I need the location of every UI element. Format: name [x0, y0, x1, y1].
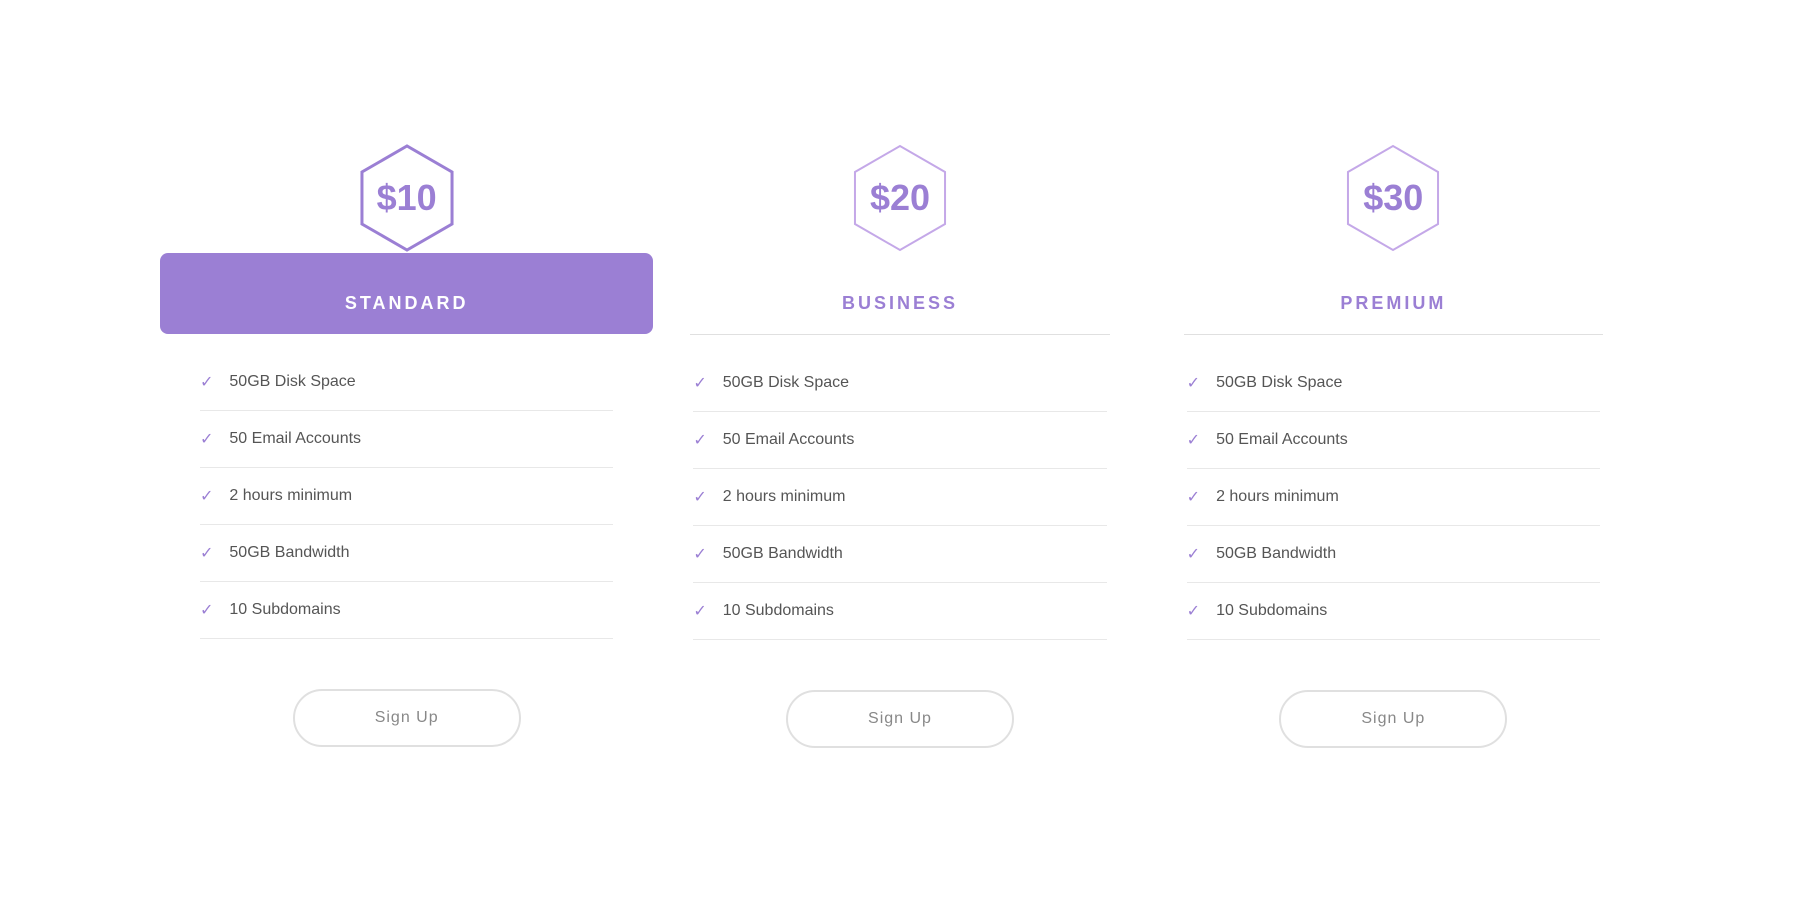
feature-text: 50 Email Accounts [723, 431, 855, 449]
features-list-standard: ✓ 50GB Disk Space ✓ 50 Email Accounts ✓ … [160, 344, 653, 649]
feature-item: ✓ 10 Subdomains [200, 582, 613, 639]
signup-button-business[interactable]: Sign Up [786, 690, 1014, 748]
feature-item: ✓ 50 Email Accounts [200, 411, 613, 468]
pricing-card-standard: $10 STANDARD ✓ 50GB Disk Space ✓ 50 Emai… [160, 133, 653, 787]
feature-item: ✓ 50 Email Accounts [693, 412, 1106, 469]
feature-item: ✓ 10 Subdomains [693, 583, 1106, 640]
check-icon: ✓ [1187, 430, 1200, 450]
price-hexagon-business: $20 [835, 133, 965, 263]
check-icon: ✓ [200, 486, 213, 506]
price-hexagon-standard: $10 [342, 133, 472, 263]
feature-text: 2 hours minimum [723, 488, 846, 506]
check-icon: ✓ [693, 373, 706, 393]
feature-text: 50GB Disk Space [723, 374, 849, 392]
feature-item: ✓ 2 hours minimum [200, 468, 613, 525]
signup-button-premium[interactable]: Sign Up [1279, 690, 1507, 748]
features-list-business: ✓ 50GB Disk Space ✓ 50 Email Accounts ✓ … [653, 345, 1146, 650]
card-header-premium: PREMIUM [1147, 253, 1640, 334]
check-icon: ✓ [200, 429, 213, 449]
feature-item: ✓ 50GB Disk Space [693, 355, 1106, 412]
feature-item: ✓ 50GB Bandwidth [200, 525, 613, 582]
check-icon: ✓ [693, 601, 706, 621]
feature-text: 50GB Bandwidth [1216, 545, 1336, 563]
feature-item: ✓ 50GB Disk Space [200, 354, 613, 411]
feature-item: ✓ 50GB Bandwidth [1187, 526, 1600, 583]
price-value-business: $20 [870, 177, 930, 219]
feature-text: 50GB Bandwidth [723, 545, 843, 563]
feature-text: 50 Email Accounts [229, 430, 361, 448]
feature-text: 2 hours minimum [1216, 488, 1339, 506]
price-value-standard: $10 [377, 177, 437, 219]
check-icon: ✓ [693, 544, 706, 564]
header-divider [1184, 334, 1603, 335]
feature-item: ✓ 2 hours minimum [693, 469, 1106, 526]
feature-text: 10 Subdomains [723, 602, 834, 620]
feature-item: ✓ 50GB Disk Space [1187, 355, 1600, 412]
plan-name-business: BUSINESS [673, 293, 1126, 314]
card-header-standard: STANDARD [160, 253, 653, 334]
features-list-premium: ✓ 50GB Disk Space ✓ 50 Email Accounts ✓ … [1147, 345, 1640, 650]
check-icon: ✓ [200, 372, 213, 392]
feature-text: 50 Email Accounts [1216, 431, 1348, 449]
check-icon: ✓ [200, 600, 213, 620]
price-hexagon-premium: $30 [1328, 133, 1458, 263]
plan-name-standard: STANDARD [180, 293, 633, 314]
feature-text: 2 hours minimum [229, 487, 352, 505]
feature-item: ✓ 50 Email Accounts [1187, 412, 1600, 469]
check-icon: ✓ [1187, 373, 1200, 393]
feature-text: 10 Subdomains [229, 601, 340, 619]
check-icon: ✓ [1187, 601, 1200, 621]
header-divider [690, 334, 1109, 335]
check-icon: ✓ [1187, 544, 1200, 564]
check-icon: ✓ [1187, 487, 1200, 507]
price-value-premium: $30 [1363, 177, 1423, 219]
pricing-container: $10 STANDARD ✓ 50GB Disk Space ✓ 50 Emai… [100, 93, 1700, 828]
check-icon: ✓ [693, 430, 706, 450]
check-icon: ✓ [693, 487, 706, 507]
feature-item: ✓ 2 hours minimum [1187, 469, 1600, 526]
feature-text: 50GB Disk Space [229, 373, 355, 391]
feature-text: 10 Subdomains [1216, 602, 1327, 620]
feature-item: ✓ 50GB Bandwidth [693, 526, 1106, 583]
plan-name-premium: PREMIUM [1167, 293, 1620, 314]
pricing-card-business: $20 BUSINESS ✓ 50GB Disk Space ✓ 50 Emai… [653, 133, 1146, 788]
signup-button-standard[interactable]: Sign Up [293, 689, 521, 747]
card-header-business: BUSINESS [653, 253, 1146, 334]
check-icon: ✓ [200, 543, 213, 563]
feature-text: 50GB Disk Space [1216, 374, 1342, 392]
feature-item: ✓ 10 Subdomains [1187, 583, 1600, 640]
feature-text: 50GB Bandwidth [229, 544, 349, 562]
pricing-card-premium: $30 PREMIUM ✓ 50GB Disk Space ✓ 50 Email… [1147, 133, 1640, 788]
